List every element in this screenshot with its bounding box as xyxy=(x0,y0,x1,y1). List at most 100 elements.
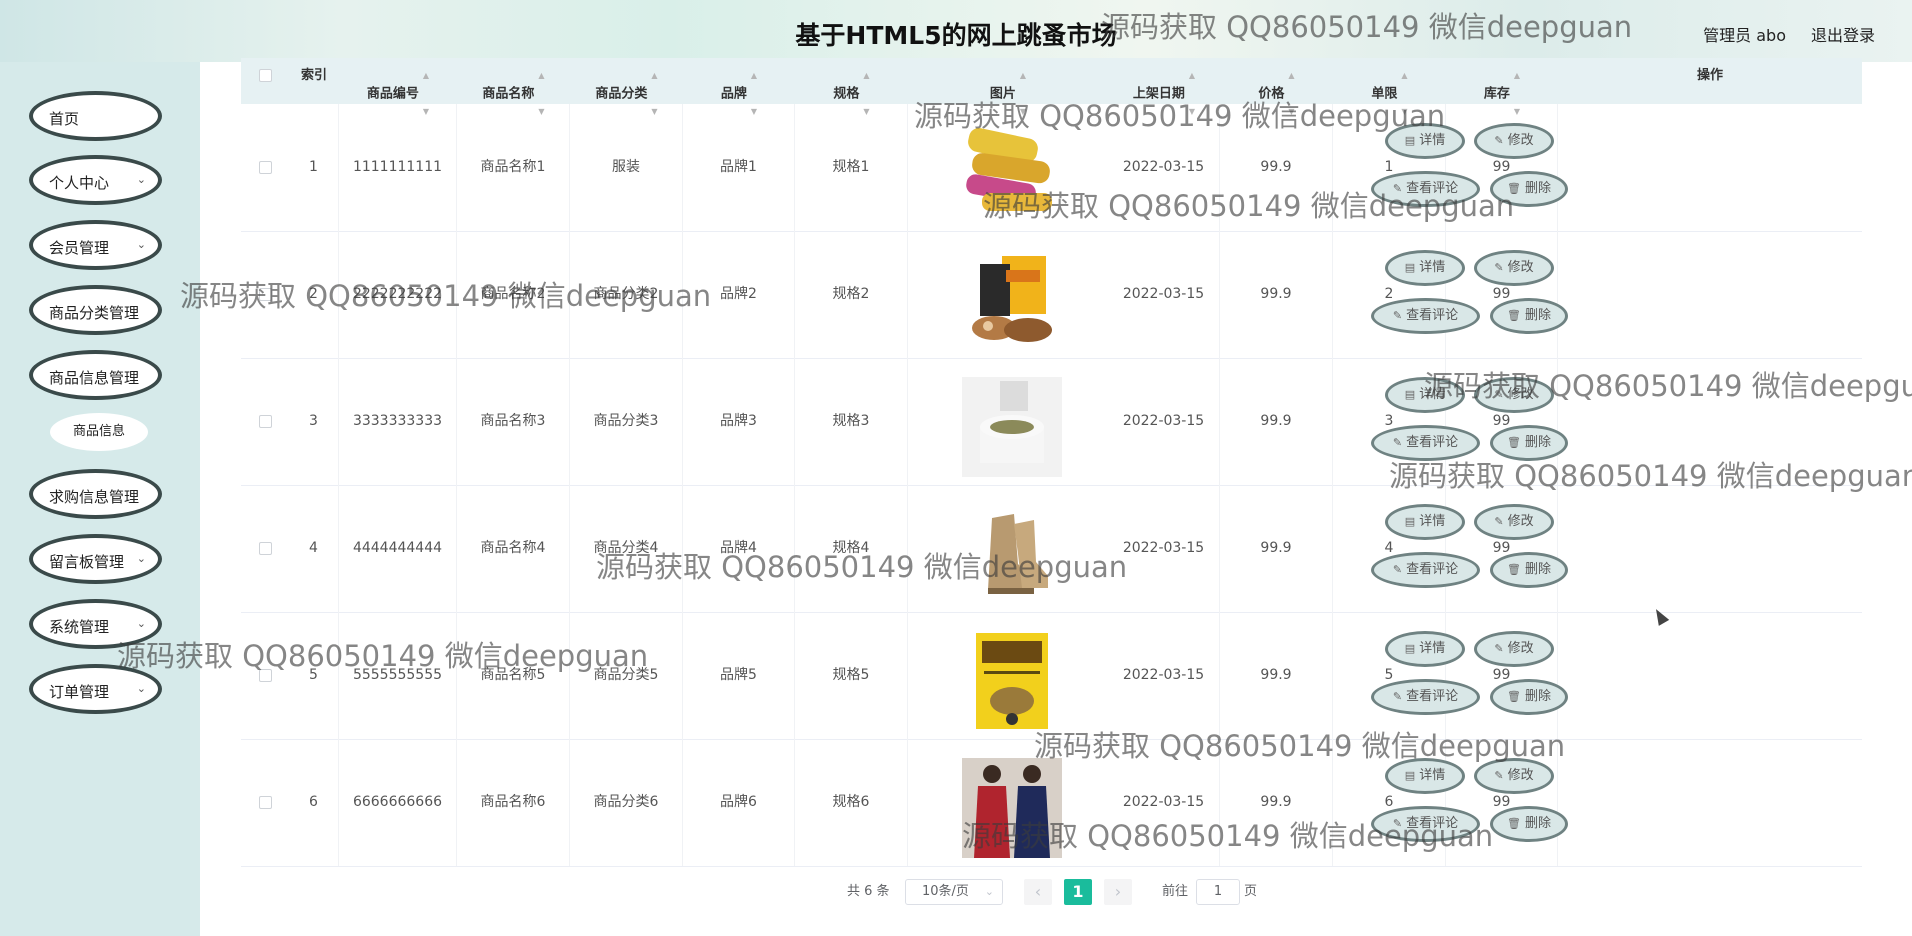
cell-brand: 品牌1 xyxy=(683,104,795,231)
top-header: 基于HTML5的网上跳蚤市场 管理员 abo 退出登录 xyxy=(0,0,1912,62)
cell-category: 商品分类3 xyxy=(570,358,683,485)
cell-spec: 规格3 xyxy=(795,358,908,485)
pencil-icon: ✎ xyxy=(1392,436,1403,449)
sidebar-item-home[interactable]: 首页 xyxy=(29,91,162,141)
view-comments-button[interactable]: ✎ 查看评论 xyxy=(1371,171,1480,207)
table-row: 3 3333333333 商品名称3 商品分类3 品牌3 规格3 2022-03-15 99.… xyxy=(241,358,1862,486)
row-checkbox[interactable] xyxy=(259,288,272,301)
view-comments-button[interactable]: ✎ 查看评论 xyxy=(1371,552,1480,588)
edit-button[interactable]: ✎ 修改 xyxy=(1474,123,1554,159)
view-comments-button[interactable]: ✎ 查看评论 xyxy=(1371,298,1480,334)
column-header-actions: 操作 xyxy=(1696,68,1723,83)
row-checkbox[interactable] xyxy=(259,796,272,809)
delete-button[interactable]: 🗑 删除 xyxy=(1490,679,1568,715)
detail-button[interactable]: ▤ 详情 xyxy=(1385,250,1465,286)
edit-button-label: 修改 xyxy=(1507,260,1534,275)
delete-button[interactable]: 🗑 删除 xyxy=(1490,806,1568,842)
trash-icon: 🗑 xyxy=(1507,690,1521,703)
cell-code: 5555555555 xyxy=(339,612,457,739)
trash-icon: 🗑 xyxy=(1507,436,1521,449)
sidebar-item-label: 订单管理 xyxy=(49,683,110,701)
select-all-checkbox[interactable] xyxy=(259,69,272,82)
detail-button-label: 详情 xyxy=(1419,260,1446,275)
cell-spec: 规格1 xyxy=(795,104,908,231)
column-header-spec[interactable]: 规格▲ ▼ xyxy=(795,58,908,116)
detail-button[interactable]: ▤ 详情 xyxy=(1385,631,1465,667)
sidebar-item-personal-center[interactable]: 个人中心 ⌄ xyxy=(29,155,162,205)
column-header-brand[interactable]: 品牌▲ ▼ xyxy=(683,58,795,116)
sidebar-item-category-management[interactable]: 商品分类管理 xyxy=(29,285,162,335)
cell-code: 2222222222 xyxy=(339,231,457,358)
column-header-price[interactable]: 价格▲ ▼ xyxy=(1220,58,1333,116)
cell-spec: 规格4 xyxy=(795,485,908,612)
pencil-icon: ✎ xyxy=(1494,261,1504,274)
row-checkbox[interactable] xyxy=(259,161,272,174)
detail-button-label: 详情 xyxy=(1419,514,1446,529)
women-clothing-image xyxy=(962,758,1062,858)
sidebar-item-order-management[interactable]: 订单管理 ⌄ xyxy=(29,664,162,714)
cell-price: 99.9 xyxy=(1220,612,1333,739)
snack-rolls-image xyxy=(962,123,1062,223)
delete-button[interactable]: 🗑 删除 xyxy=(1490,552,1568,588)
page-size-select[interactable]: 10条/页 ⌄ xyxy=(905,879,1003,905)
trash-icon: 🗑 xyxy=(1507,309,1521,322)
view-comments-button-label: 查看评论 xyxy=(1406,435,1459,450)
cell-brand: 品牌6 xyxy=(683,739,795,866)
logout-link[interactable]: 退出登录 xyxy=(1811,22,1875,46)
column-header-code[interactable]: 商品编号▲ ▼ xyxy=(339,58,457,116)
page-number-current[interactable]: 1 xyxy=(1064,879,1092,905)
delete-button-label: 删除 xyxy=(1524,562,1551,577)
detail-button[interactable]: ▤ 详情 xyxy=(1385,504,1465,540)
edit-button-label: 修改 xyxy=(1507,514,1534,529)
cell-price: 99.9 xyxy=(1220,485,1333,612)
next-page-button[interactable]: › xyxy=(1104,879,1132,905)
edit-button[interactable]: ✎ 修改 xyxy=(1474,631,1554,667)
edit-button[interactable]: ✎ 修改 xyxy=(1474,377,1554,413)
view-comments-button[interactable]: ✎ 查看评论 xyxy=(1371,806,1480,842)
sidebar-subitem-product-info[interactable]: 商品信息 xyxy=(50,413,148,451)
edit-button[interactable]: ✎ 修改 xyxy=(1474,504,1554,540)
pencil-icon: ✎ xyxy=(1392,563,1403,576)
row-checkbox[interactable] xyxy=(259,542,272,555)
detail-button[interactable]: ▤ 详情 xyxy=(1385,377,1465,413)
delete-button[interactable]: 🗑 删除 xyxy=(1490,298,1568,334)
detail-button-label: 详情 xyxy=(1419,768,1446,783)
cell-index: 1 xyxy=(289,104,339,231)
sidebar-item-label: 首页 xyxy=(49,110,80,128)
edit-button[interactable]: ✎ 修改 xyxy=(1474,250,1554,286)
column-header-category[interactable]: 商品分类▲ ▼ xyxy=(570,58,683,116)
view-comments-button[interactable]: ✎ 查看评论 xyxy=(1371,679,1480,715)
detail-button[interactable]: ▤ 详情 xyxy=(1385,758,1465,794)
delete-button-label: 删除 xyxy=(1524,816,1551,831)
goto-page-input[interactable]: 1 xyxy=(1196,879,1240,905)
column-header-limit[interactable]: 单限▲ ▼ xyxy=(1333,58,1446,116)
edit-button[interactable]: ✎ 修改 xyxy=(1474,758,1554,794)
column-header-date[interactable]: 上架日期▲ ▼ xyxy=(1108,58,1220,116)
chevron-down-icon: ⌄ xyxy=(136,682,146,695)
chevron-down-icon: ⌄ xyxy=(984,885,994,898)
chevron-down-icon: ⌄ xyxy=(136,552,146,565)
pencil-icon: ✎ xyxy=(1392,182,1403,195)
cell-index: 4 xyxy=(289,485,339,612)
delete-button[interactable]: 🗑 删除 xyxy=(1490,425,1568,461)
prev-page-button[interactable]: ‹ xyxy=(1024,879,1052,905)
column-header-stock[interactable]: 库存▲ ▼ xyxy=(1446,58,1558,116)
sidebar-item-wanted-management[interactable]: 求购信息管理 xyxy=(29,469,162,519)
view-comments-button-label: 查看评论 xyxy=(1406,308,1459,323)
column-header-name[interactable]: 商品名称▲ ▼ xyxy=(457,58,570,116)
column-header-image[interactable]: 图片▲ ▼ xyxy=(908,58,1108,116)
sidebar-item-product-management[interactable]: 商品信息管理 xyxy=(29,350,162,400)
table-row: 1 1111111111 商品名称1 服装 品牌1 规格1 2022-03-15 99.9 1 9… xyxy=(241,104,1862,232)
row-checkbox[interactable] xyxy=(259,415,272,428)
sidebar-item-message-board[interactable]: 留言板管理 ⌄ xyxy=(29,534,162,584)
view-comments-button[interactable]: ✎ 查看评论 xyxy=(1371,425,1480,461)
table-header: 索引 商品编号▲ ▼ 商品名称▲ ▼ 商品分类▲ ▼ 品牌▲ ▼ 规格▲ ▼ 图片▲ ▼ 上… xyxy=(241,58,1862,116)
pagination-total: 共 6 条 xyxy=(847,884,890,899)
cell-name: 商品名称5 xyxy=(457,612,570,739)
detail-button[interactable]: ▤ 详情 xyxy=(1385,123,1465,159)
row-checkbox[interactable] xyxy=(259,669,272,682)
sidebar-item-member-management[interactable]: 会员管理 ⌄ xyxy=(29,220,162,270)
sidebar-item-system-management[interactable]: 系统管理 ⌄ xyxy=(29,599,162,649)
delete-button[interactable]: 🗑 删除 xyxy=(1490,171,1568,207)
cell-date: 2022-03-15 xyxy=(1108,485,1220,612)
